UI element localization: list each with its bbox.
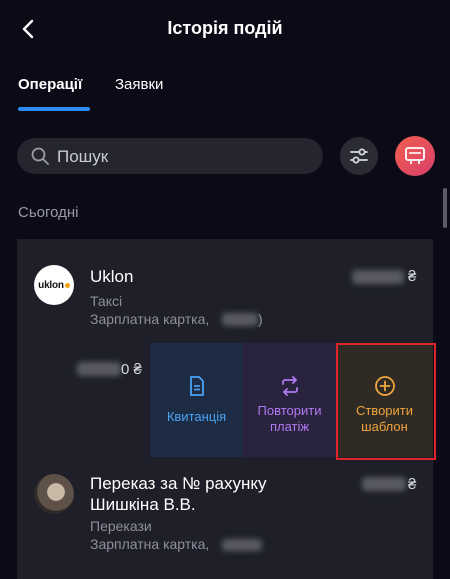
highlight-box: [336, 343, 436, 460]
active-tab-indicator: [18, 107, 90, 111]
card-number-redacted: [222, 313, 258, 326]
card-suffix: ): [258, 311, 263, 327]
transaction-category: Таксі: [90, 293, 123, 309]
analytics-icon: [405, 147, 425, 164]
search-bar[interactable]: [17, 138, 323, 176]
transaction-card: Зарплатна картка,: [90, 311, 210, 327]
receipt-action[interactable]: Квитанція: [150, 343, 243, 457]
swipe-amount-redacted: [77, 362, 121, 376]
tab-requests[interactable]: Заявки: [115, 76, 163, 93]
search-icon: [31, 147, 49, 165]
transaction-card: Зарплатна картка,: [90, 536, 210, 552]
filter-button[interactable]: [340, 137, 378, 175]
document-icon: [189, 376, 204, 396]
swipe-amount-suffix: 0 ₴: [121, 361, 142, 378]
search-input[interactable]: [55, 138, 309, 176]
transaction-title[interactable]: Uklon: [90, 267, 133, 287]
page-title: Історія подій: [167, 18, 283, 38]
tab-operations[interactable]: Операції: [18, 76, 82, 93]
currency-symbol: ₴: [408, 476, 417, 493]
scrollbar[interactable]: [443, 188, 447, 228]
repeat-payment-label: Повторити платіж: [257, 403, 322, 434]
repeat-icon: [281, 376, 298, 396]
statistics-button[interactable]: [395, 136, 435, 176]
filter-sliders-icon: [350, 148, 368, 164]
repeat-payment-action[interactable]: Повторити платіж: [243, 343, 336, 457]
card-number-redacted: [222, 539, 262, 551]
transaction-title-line2: Шишкіна В.В.: [90, 495, 196, 514]
contact-avatar: [34, 474, 74, 514]
uklon-logo: uklon: [34, 265, 74, 305]
currency-symbol: ₴: [408, 268, 417, 285]
receipt-label: Квитанція: [166, 409, 227, 424]
transaction-category: Перекази: [90, 518, 152, 534]
amount-redacted: [362, 477, 406, 491]
section-date-label: Сьогодні: [18, 204, 79, 221]
amount-redacted: [352, 270, 404, 284]
transaction-title[interactable]: Переказ за № рахунку: [90, 474, 267, 494]
